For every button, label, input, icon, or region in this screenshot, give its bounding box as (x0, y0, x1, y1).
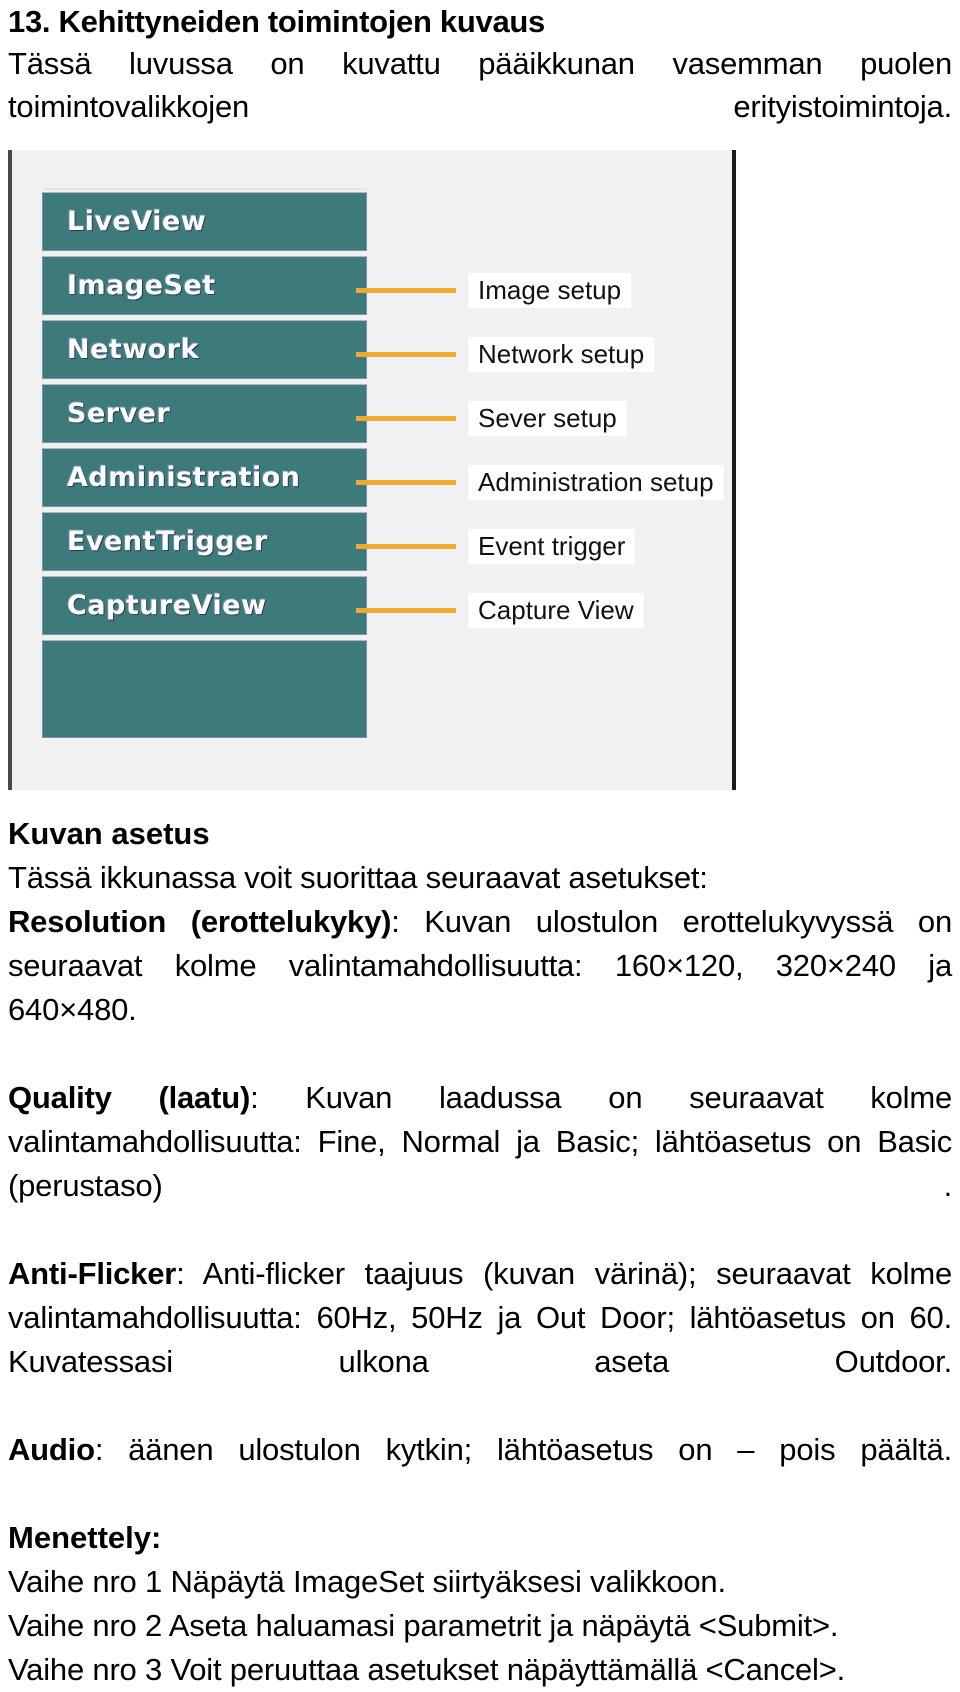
callout-event-trigger: Event trigger (356, 528, 636, 564)
procedure-step: Vaihe nro 3 Voit peruuttaa asetukset näp… (8, 1652, 846, 1687)
menu-button-label: EventTrigger (67, 526, 268, 557)
leader-line-icon (356, 479, 456, 485)
menu-button-label: CaptureView (67, 590, 267, 621)
callout-label: Capture View (468, 592, 644, 628)
procedure-step: Vaihe nro 1 Näpäytä ImageSet siirtyäkses… (8, 1564, 726, 1599)
quality-term: Quality (laatu) (8, 1080, 251, 1115)
menu-screenshot-figure: LiveView ImageSet Network Server Adminis… (8, 150, 736, 790)
leader-line-icon (356, 351, 456, 357)
menu-button-label: Server (67, 398, 171, 429)
callout-network-setup: Network setup (356, 336, 655, 372)
menu-button-captureview[interactable]: CaptureView (42, 576, 367, 635)
menu-button-network[interactable]: Network (42, 320, 367, 379)
callout-label: Network setup (468, 336, 655, 372)
callout-image-setup: Image setup (356, 272, 632, 308)
section-heading-menettely: Menettely: (8, 1520, 162, 1555)
left-menu-column: LiveView ImageSet Network Server Adminis… (42, 192, 367, 743)
resolution-term: Resolution (erottelukyky) (8, 904, 392, 939)
chapter-title: 13. Kehittyneiden toimintojen kuvaus (8, 4, 545, 39)
callout-administration-setup: Administration setup (356, 464, 724, 500)
menu-button-imageset[interactable]: ImageSet (42, 256, 367, 315)
body-copy: Kuvan asetus Tässä ikkunassa voit suorit… (8, 812, 952, 1692)
callout-capture-view: Capture View (356, 592, 644, 628)
callout-label: Sever setup (468, 400, 627, 436)
menu-button-liveview[interactable]: LiveView (42, 192, 367, 251)
callout-sever-setup: Sever setup (356, 400, 627, 436)
menu-button-label: Administration (67, 462, 301, 493)
audio-paragraph: Audio: äänen ulostulon kytkin; lähtöaset… (8, 1428, 952, 1516)
menu-button-label: Network (67, 334, 200, 365)
leader-line-icon (356, 543, 456, 549)
quality-paragraph: Quality (laatu): Kuvan laadussa on seura… (8, 1076, 952, 1252)
figure-inner: LiveView ImageSet Network Server Adminis… (12, 150, 732, 790)
image-setup-intro: Tässä ikkunassa voit suorittaa seuraavat… (8, 860, 708, 895)
leader-line-icon (356, 415, 456, 421)
audio-description: : äänen ulostulon kytkin; lähtöasetus on… (94, 1432, 952, 1467)
menu-button-label: ImageSet (67, 270, 216, 301)
menu-button-administration[interactable]: Administration (42, 448, 367, 507)
resolution-paragraph: Resolution (erottelukyky): Kuvan ulostul… (8, 900, 952, 1076)
leader-line-icon (356, 607, 456, 613)
menu-button-blank[interactable] (42, 640, 367, 738)
audio-term: Audio (8, 1432, 95, 1467)
antiflicker-paragraph: Anti-Flicker: Anti-flicker taajuus (kuva… (8, 1252, 952, 1428)
menu-button-server[interactable]: Server (42, 384, 367, 443)
callout-label: Image setup (468, 272, 632, 308)
menu-button-label: LiveView (67, 206, 207, 237)
callout-label: Event trigger (468, 528, 636, 564)
leader-line-icon (356, 287, 456, 293)
document-header: 13. Kehittyneiden toimintojen kuvaus Täs… (8, 2, 952, 171)
callout-label: Administration setup (468, 464, 724, 500)
procedure-step: Vaihe nro 2 Aseta haluamasi parametrit j… (8, 1608, 839, 1643)
antiflicker-term: Anti-Flicker (8, 1256, 177, 1291)
section-heading-kuvan-asetus: Kuvan asetus (8, 816, 210, 851)
menu-top-divider (43, 188, 366, 190)
menu-button-eventtrigger[interactable]: EventTrigger (42, 512, 367, 571)
